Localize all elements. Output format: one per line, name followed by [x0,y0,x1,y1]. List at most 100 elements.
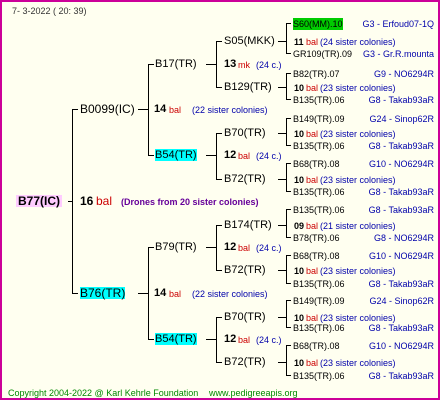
gen4-source: G8 - Takab93aR [368,141,434,151]
gen1-unit: bal [169,289,182,299]
gen4-source: G10 - NO6294R [368,341,434,351]
gen2-unit: bal [238,335,251,345]
gen3-name: B72(TR) [224,264,266,276]
gen4-name: B135(TR).06 [293,279,345,289]
connector-line [216,41,222,42]
gen4-name: B135(TR).06 [293,371,345,381]
gen1-note: (22 sister colonies) [192,105,268,115]
connector-line [286,209,287,237]
gen3-gen: 09 [294,221,305,231]
gen3-unit: bal [306,221,319,231]
gen2-name: B79(TR) [155,241,197,253]
gen2-note: (24 c.) [256,60,282,70]
gen2-gen: 12 [224,333,237,345]
gen3-gen: 10 [294,358,305,368]
root-note: (Drones from 20 sister colonies) [121,197,259,207]
gen4-name: GR109(TR).09 [293,49,353,59]
connector-line [216,317,217,362]
connector-line [278,362,286,363]
gen3-gen: 10 [294,83,305,93]
connector-line [206,155,216,156]
connector-line [216,317,222,318]
gen4-name: B68(TR).08 [293,159,340,169]
gen4-source: G8 - Takab93aR [368,323,434,333]
gen4-name: B135(TR).06 [293,187,345,197]
connector-line [216,225,217,270]
pedigree-frame: 7- 3-2022 ( 20: 39) B77(IC) 16 bal (Drones … [0,0,440,400]
gen3-note: (23 sister colonies) [320,266,396,276]
gen1-unit: bal [169,105,182,115]
gen4-source: G24 - Sinop62R [369,114,434,124]
gen4-name: S60(MM).10 [293,18,343,30]
connector-line [286,145,291,146]
connector-line [216,225,222,226]
gen2-unit: bal [238,151,251,161]
gen2-gen: 12 [224,149,237,161]
connector-line [286,255,291,256]
root-gen: 16 [80,194,94,208]
connector-line [216,270,222,271]
report-date: 7- 3-2022 ( 20: 39) [12,6,87,16]
gen4-source: G10 - NO6294R [368,159,434,169]
gen1-name: B0099(IC) [80,102,135,116]
gen3-name: B129(TR) [224,81,272,93]
gen2-note: (24 c.) [256,335,282,345]
gen1-name: B76(TR) [80,286,126,300]
connector-line [278,41,286,42]
gen3-note: (23 sister colonies) [320,83,396,93]
connector-line [286,300,291,301]
gen3-unit: bal [306,358,319,368]
gen3-note: (21 sister colonies) [320,221,396,231]
gen2-gen: 13 [224,58,237,70]
gen3-gen: 11 [294,37,304,47]
connector-line [286,345,291,346]
gen3-unit: bal [306,129,319,139]
gen3-unit: bal [306,83,319,93]
gen4-name: B68(TR).08 [293,341,340,351]
gen4-name: B149(TR).09 [293,296,345,306]
gen2-gen: 12 [224,241,237,253]
gen4-name: B82(TR).07 [293,69,340,79]
connector-line [286,99,291,100]
root-unit: bal [96,194,113,208]
gen1-gen: 14 [154,103,167,115]
connector-line [278,317,286,318]
gen2-note: (24 c.) [256,243,282,253]
connector-line [216,87,222,88]
connector-line [286,327,291,328]
connector-line [138,109,148,110]
gen4-name: B149(TR).09 [293,114,345,124]
connector-line [286,118,291,119]
connector-line [286,73,291,74]
connector-line [286,163,287,191]
gen4-name: B135(TR).06 [293,95,345,105]
gen3-name: B72(TR) [224,173,266,185]
root-name: B77(IC) [16,194,63,208]
connector-line [286,23,291,24]
connector-line [286,345,287,375]
connector-line [148,155,154,156]
connector-line [216,133,222,134]
connector-line [286,73,287,99]
gen4-name: B68(TR).08 [293,251,340,261]
gen4-source: G3 - Erfoud07-1Q [362,19,434,29]
gen2-note: (24 c.) [256,151,282,161]
gen3-name: B174(TR) [224,219,272,231]
gen3-unit: bal [306,266,319,276]
gen4-name: B135(TR).06 [293,141,345,151]
connector-line [286,300,287,327]
connector-line [286,255,287,283]
footer-url: www.pedigreeapis.org [209,388,298,398]
connector-line [286,23,287,53]
connector-line [148,339,154,340]
gen4-source: G8 - Takab93aR [368,371,434,381]
gen3-gen: 10 [294,129,305,139]
gen3-note: (23 sister colonies) [320,129,396,139]
connector-line [138,293,148,294]
connector-line [286,237,291,238]
gen3-unit: bal [306,175,319,185]
gen4-source: G24 - Sinop62R [369,296,434,306]
gen2-name: B54(TR) [155,149,197,161]
gen3-name: B70(TR) [224,127,266,139]
gen2-unit: mk [238,60,250,70]
